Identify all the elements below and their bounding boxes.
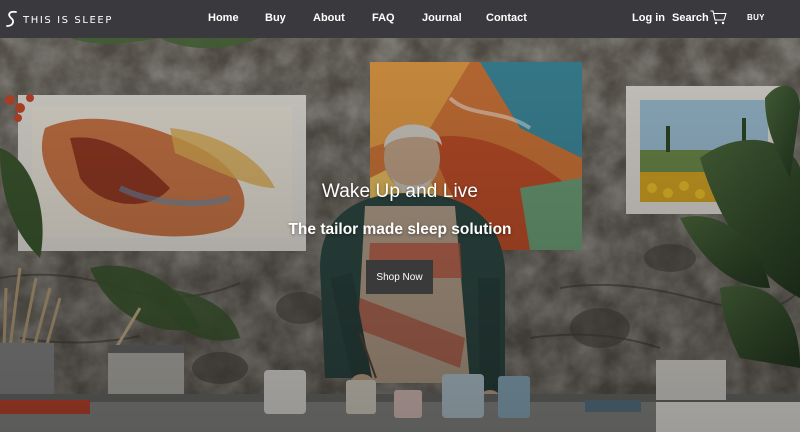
hero-section: Wake Up and Live The tailor made sleep s… xyxy=(0,38,800,432)
nav-item-buy[interactable]: Buy xyxy=(265,12,286,24)
search-link[interactable]: Search xyxy=(672,12,709,24)
header-buy-link[interactable]: BUY xyxy=(747,13,765,22)
cart-icon[interactable] xyxy=(710,10,727,25)
hero-title: Wake Up and Live xyxy=(321,181,479,202)
nav-item-faq[interactable]: FAQ xyxy=(372,12,395,24)
hero-subtitle: The tailor made sleep solution xyxy=(288,221,512,238)
top-navigation-bar: THIS IS SLEEP Home Buy About FAQ Journal… xyxy=(0,0,800,38)
main-nav: Home Buy About FAQ Journal Contact Log i… xyxy=(0,0,800,38)
nav-item-journal[interactable]: Journal xyxy=(422,12,462,24)
login-link[interactable]: Log in xyxy=(632,12,665,24)
nav-item-home[interactable]: Home xyxy=(208,12,239,24)
nav-item-contact[interactable]: Contact xyxy=(486,12,527,24)
nav-item-about[interactable]: About xyxy=(313,12,345,24)
shop-now-button[interactable]: Shop Now xyxy=(366,260,433,294)
